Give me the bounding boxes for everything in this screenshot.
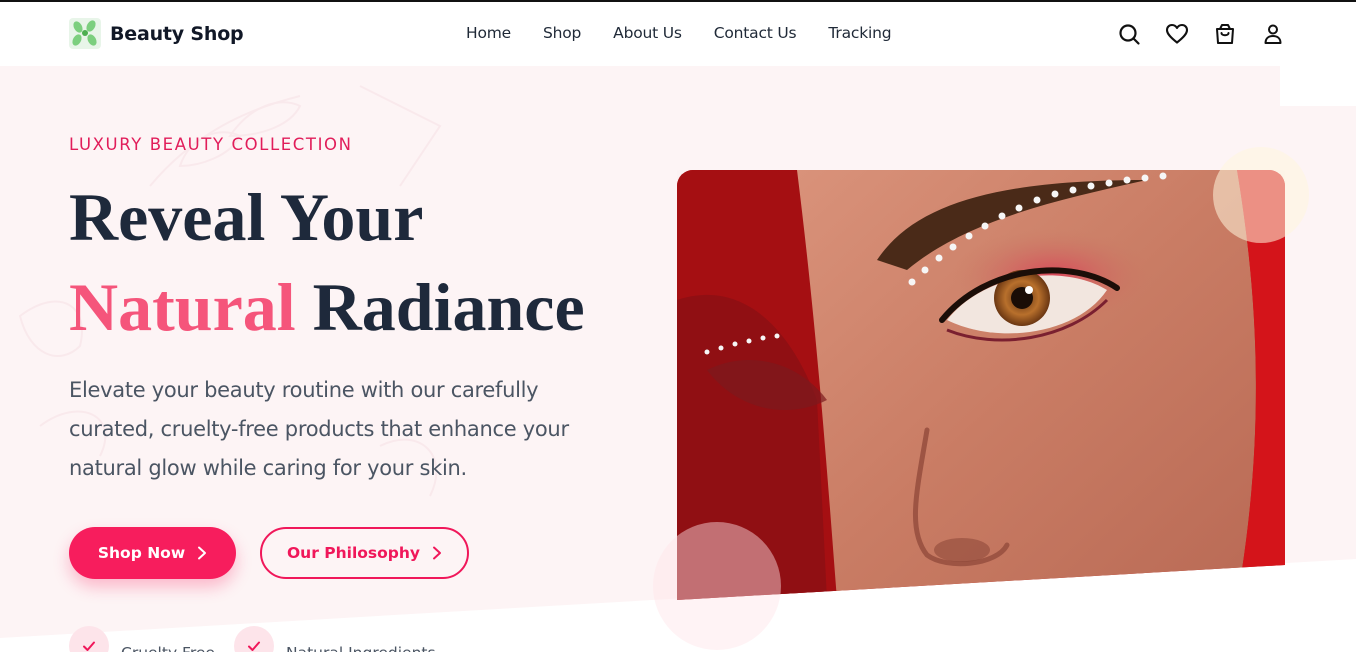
- hero-eyebrow: LUXURY BEAUTY COLLECTION: [69, 135, 353, 154]
- decorative-circle: [1213, 147, 1309, 243]
- feature-natural-ingredients: Natural Ingredients: [234, 626, 436, 652]
- check-icon: [69, 626, 109, 652]
- nav-home[interactable]: Home: [466, 24, 511, 42]
- nav-shop[interactable]: Shop: [543, 24, 581, 42]
- header-actions: [1117, 22, 1285, 46]
- shopping-bag-icon[interactable]: [1213, 22, 1237, 46]
- leaf-logo-icon: [69, 18, 101, 49]
- feature-cruelty-free: Cruelty Free: [69, 626, 215, 652]
- nav-tracking[interactable]: Tracking: [828, 24, 891, 42]
- hero-title-accent: Natural: [69, 269, 296, 345]
- heart-icon[interactable]: [1165, 22, 1189, 46]
- feature-label: Cruelty Free: [121, 644, 215, 652]
- hero-description: Elevate your beauty routine with our car…: [69, 378, 569, 480]
- main-nav: Home Shop About Us Contact Us Tracking: [466, 24, 923, 42]
- brand-logo[interactable]: Beauty Shop: [69, 18, 244, 49]
- our-philosophy-label: Our Philosophy: [286, 544, 421, 562]
- site-header: Beauty Shop Home Shop About Us Contact U…: [0, 2, 1356, 66]
- chevron-right-icon: [433, 546, 442, 560]
- shop-now-label: Shop Now: [97, 544, 186, 562]
- chevron-right-icon: [198, 546, 207, 560]
- decorative-circle: [653, 522, 781, 650]
- user-icon[interactable]: [1261, 22, 1285, 46]
- nav-about-us[interactable]: About Us: [613, 24, 682, 42]
- hero-title-line1: Reveal Your: [69, 179, 424, 255]
- nav-contact-us[interactable]: Contact Us: [714, 24, 797, 42]
- our-philosophy-button[interactable]: Our Philosophy: [260, 527, 469, 579]
- feature-label: Natural Ingredients: [286, 644, 436, 652]
- hero-image: [677, 170, 1285, 600]
- search-icon[interactable]: [1117, 22, 1141, 46]
- hero-title: Reveal Your Natural Radiance: [69, 172, 585, 352]
- hero-title-line2: Radiance: [295, 269, 585, 345]
- brand-name: Beauty Shop: [110, 22, 244, 45]
- check-icon: [234, 626, 274, 652]
- shop-now-button[interactable]: Shop Now: [69, 527, 236, 579]
